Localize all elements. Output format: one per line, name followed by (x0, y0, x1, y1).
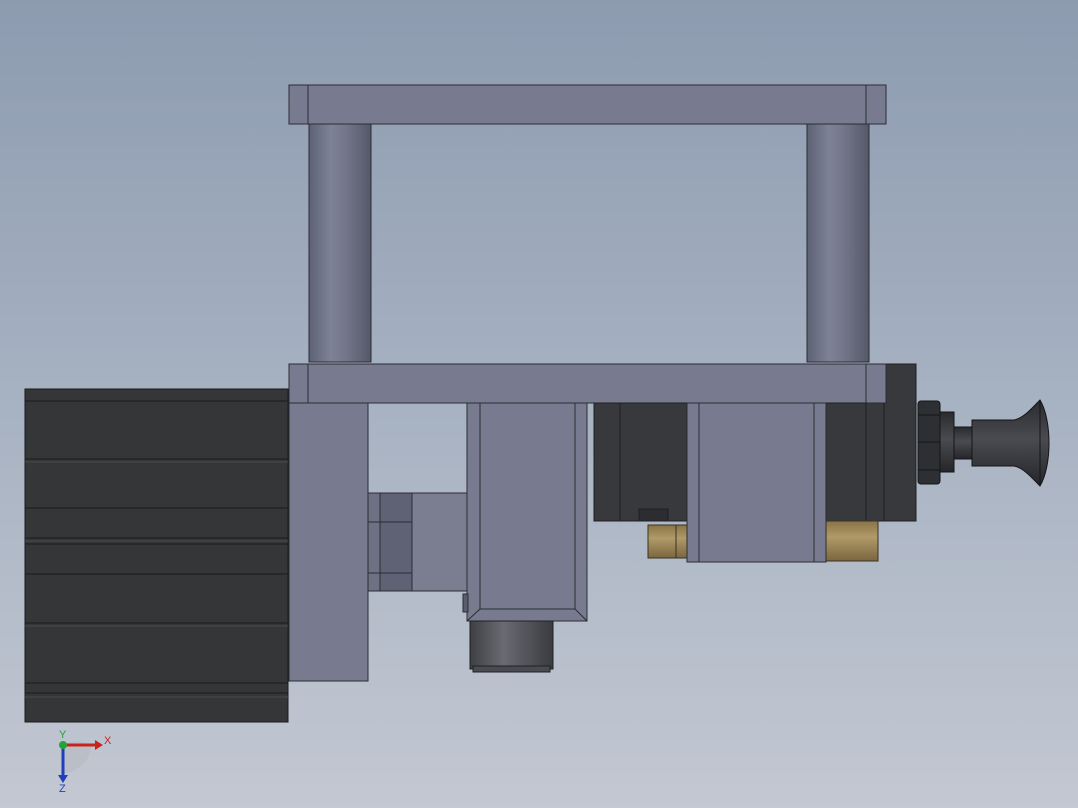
z-arrow-head-icon (58, 775, 68, 783)
y-axis-dot-icon (59, 741, 67, 749)
guide-rod-left[interactable] (308, 123, 372, 363)
top-plate[interactable] (288, 84, 887, 125)
z-axis-label: Z (59, 783, 66, 795)
shaft-coupling[interactable] (367, 492, 469, 592)
guide-rod-right[interactable] (806, 123, 870, 363)
x-axis-label: X (104, 735, 112, 747)
cad-viewport[interactable]: X Y Z (0, 0, 1078, 808)
motor-flange[interactable] (288, 402, 369, 682)
coordinate-triad: X Y Z (58, 729, 112, 795)
base-plate[interactable] (288, 363, 887, 404)
servo-motor[interactable] (24, 388, 289, 723)
slide-housing[interactable] (462, 402, 588, 622)
x-arrow-head-icon (95, 740, 103, 750)
hex-nut[interactable] (917, 400, 941, 485)
brass-pin-left[interactable] (647, 524, 689, 559)
brass-pin-right[interactable] (825, 520, 879, 562)
push-knob[interactable] (939, 399, 1050, 487)
bottom-cylinder[interactable] (469, 620, 554, 673)
assembly-drawing: X Y Z (24, 84, 1050, 795)
y-axis-label: Y (59, 729, 67, 741)
carriage-block[interactable] (686, 402, 827, 563)
